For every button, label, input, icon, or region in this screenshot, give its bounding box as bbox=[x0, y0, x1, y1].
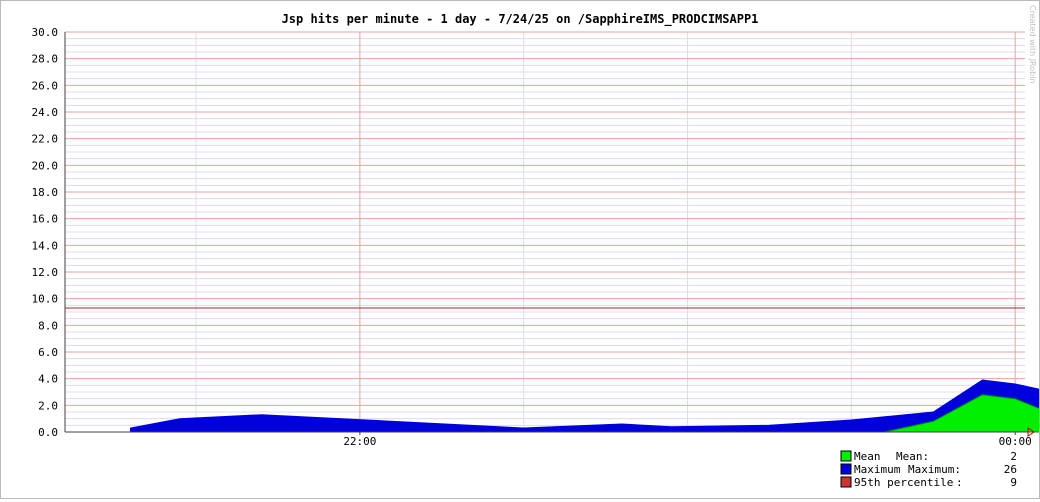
legend-label: Mean bbox=[854, 450, 881, 463]
legend-value: 26 bbox=[1004, 463, 1017, 476]
chart-title: Jsp hits per minute - 1 day - 7/24/25 on… bbox=[282, 12, 759, 27]
grid-minor bbox=[65, 32, 1025, 432]
legend-value: 2 bbox=[1010, 450, 1017, 463]
y-tick-label: 2.0 bbox=[38, 399, 58, 412]
legend-stat-label: Mean: bbox=[896, 450, 929, 463]
y-tick-label: 4.0 bbox=[38, 373, 58, 386]
legend-swatch-0 bbox=[840, 450, 852, 462]
x-tick-labels: 22:0000:0002:0004:0006:0008:0010:0012:00… bbox=[343, 432, 1032, 448]
legend-value: 9 bbox=[1010, 476, 1017, 489]
legend-stat-label: : bbox=[956, 476, 963, 489]
x-tick-label: 22:00 bbox=[343, 435, 376, 448]
chart-svg: Jsp hits per minute - 1 day - 7/24/25 on… bbox=[32, 12, 1040, 489]
y-tick-label: 20.0 bbox=[32, 159, 59, 172]
y-tick-labels: 0.0 2.0 4.0 6.0 8.0 10.0 12.0 14.0 16.0 18.0 20.0 2… bbox=[32, 26, 59, 439]
y-tick-label: 16.0 bbox=[32, 213, 59, 226]
watermark-label: Created with JRobin bbox=[1028, 5, 1037, 84]
y-tick-label: 8.0 bbox=[38, 319, 58, 332]
legend-swatch-1 bbox=[840, 463, 852, 475]
y-tick-label: 0.0 bbox=[38, 426, 58, 439]
y-tick-label: 30.0 bbox=[32, 26, 59, 39]
legend-swatch-2 bbox=[840, 476, 852, 488]
y-tick-label: 10.0 bbox=[32, 293, 59, 306]
legend-label: Maximum bbox=[854, 463, 901, 476]
legend-stat-label: Maximum: bbox=[908, 463, 961, 476]
y-tick-label: 28.0 bbox=[32, 53, 59, 66]
x-tick-label: 00:00 bbox=[999, 435, 1032, 448]
y-tick-label: 26.0 bbox=[32, 79, 59, 92]
legend-label: 95th percentile bbox=[854, 476, 953, 489]
y-tick-label: 12.0 bbox=[32, 266, 59, 279]
y-tick-label: 24.0 bbox=[32, 106, 59, 119]
legend: Mean Mean: 2 Maximum Maximum: 26 95th percenti… bbox=[840, 450, 1017, 489]
y-tick-label: 22.0 bbox=[32, 133, 59, 146]
y-tick-label: 14.0 bbox=[32, 239, 59, 252]
graph-frame: Created with JRobin Jsp hits per minute … bbox=[0, 0, 1040, 499]
y-tick-label: 6.0 bbox=[38, 346, 58, 359]
y-tick-label: 18.0 bbox=[32, 186, 59, 199]
